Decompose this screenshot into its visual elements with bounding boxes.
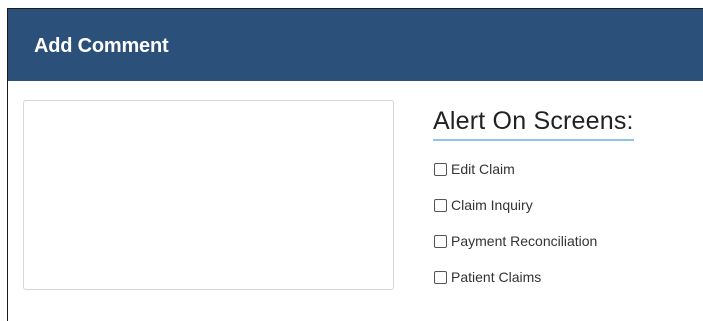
comment-textarea[interactable] xyxy=(23,100,394,290)
patient-claims-checkbox[interactable] xyxy=(434,270,447,284)
alert-on-screens-section: Alert On Screens: Edit Claim Claim Inqui… xyxy=(433,107,693,295)
option-payment-reconciliation[interactable]: Payment Reconciliation xyxy=(433,223,693,259)
edit-claim-checkbox[interactable] xyxy=(434,162,447,176)
claim-inquiry-checkbox[interactable] xyxy=(434,198,447,212)
payment-reconciliation-label[interactable]: Payment Reconciliation xyxy=(451,233,597,249)
option-edit-claim[interactable]: Edit Claim xyxy=(433,151,693,187)
edit-claim-label[interactable]: Edit Claim xyxy=(451,161,515,177)
alert-on-screens-heading: Alert On Screens: xyxy=(433,107,634,141)
option-claim-inquiry[interactable]: Claim Inquiry xyxy=(433,187,693,223)
add-comment-dialog: Add Comment Alert On Screens: Edit Claim… xyxy=(7,8,703,321)
alert-screen-options: Edit Claim Claim Inquiry Payment Reconci… xyxy=(433,151,693,295)
dialog-title: Add Comment xyxy=(34,35,169,57)
patient-claims-label[interactable]: Patient Claims xyxy=(451,269,541,285)
option-patient-claims[interactable]: Patient Claims xyxy=(433,259,693,295)
payment-reconciliation-checkbox[interactable] xyxy=(434,234,447,248)
dialog-header: Add Comment xyxy=(8,9,703,81)
claim-inquiry-label[interactable]: Claim Inquiry xyxy=(451,197,533,213)
